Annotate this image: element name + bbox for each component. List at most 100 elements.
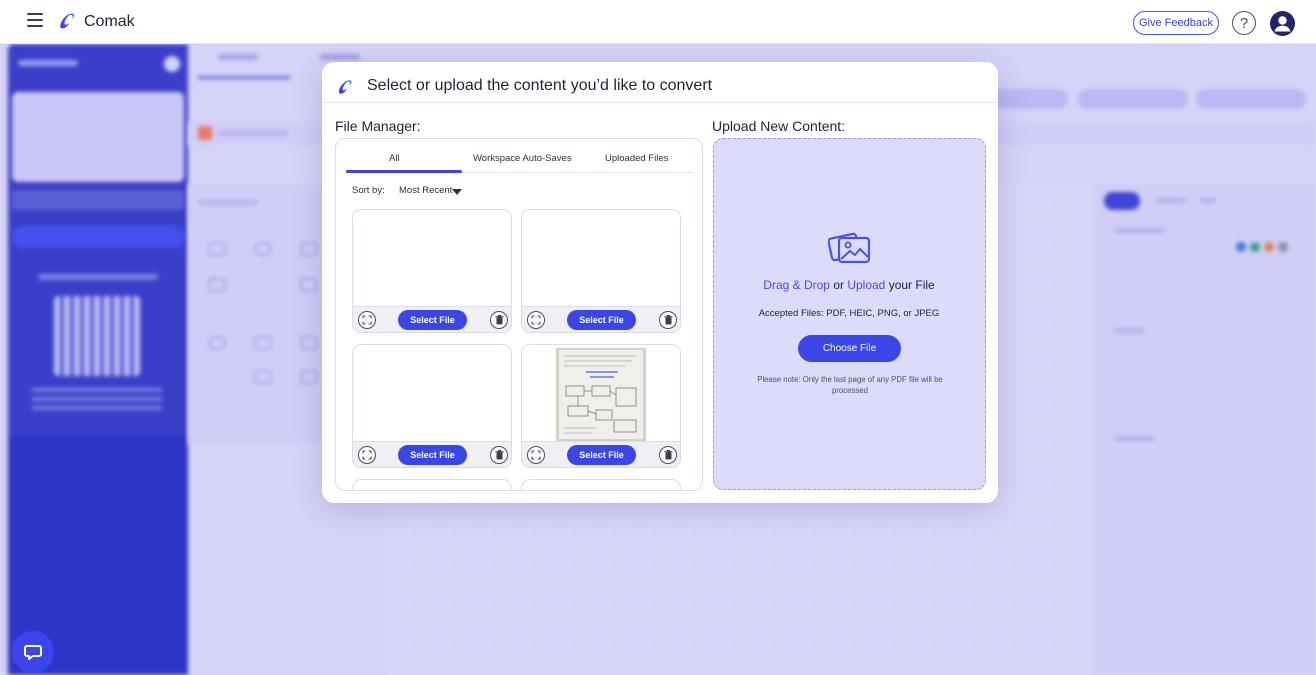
background-properties-panel [1096,184,1316,674]
caret-down-icon[interactable] [452,189,462,195]
background-dot [1264,242,1274,252]
trash-glyph [664,450,672,460]
file-card: Select File [521,209,681,333]
select-file-button[interactable]: Select File [398,445,467,465]
background-dot [1236,242,1246,252]
trash-glyph [495,450,503,460]
file-card [521,479,681,490]
modal-header: Select or upload the content you’d like … [322,62,998,103]
background-line [1114,228,1164,233]
background-tab [218,54,258,60]
expand-glyph [362,315,372,325]
menu-icon-line [27,13,43,15]
file-card-footer: Select File [353,441,511,467]
background-shape [300,370,318,384]
user-avatar-icon[interactable] [1270,11,1295,36]
upload-or-text: or [829,278,848,292]
avatar-graphic [1274,16,1291,32]
sort-by-select[interactable]: Most Recent [399,185,452,196]
background-pill [1078,89,1188,109]
question-circle-icon[interactable]: ? [1232,11,1256,35]
tab-uploaded-files[interactable]: Uploaded Files [605,153,668,164]
trash-icon[interactable] [490,446,508,464]
file-preview [353,345,511,441]
tab-workspace-auto-saves[interactable]: Workspace Auto-Saves [473,153,572,164]
background-shape [254,242,272,256]
comak-logo-icon [338,80,352,94]
handwritten-diagram-thumbnail [556,348,646,441]
background-sidebar-title [18,60,78,66]
background-sidebar [8,44,188,675]
give-feedback-button[interactable]: Give Feedback [1133,11,1219,35]
menu-icon-line [27,19,43,21]
background-qr-code [54,296,140,376]
convert-content-modal: Select or upload the content you’d like … [322,62,998,503]
background-sidebar-lines [32,388,162,414]
sort-by-label: Sort by: [352,185,385,196]
file-card: Select File [521,344,681,468]
hamburger-icon[interactable] [27,13,43,27]
file-preview [522,210,680,306]
drag-drop-link[interactable]: Drag & Drop [763,278,830,292]
trash-icon[interactable] [659,446,677,464]
file-card: Select File [352,209,512,333]
expand-icon[interactable] [527,311,545,329]
background-sidebar-card [12,92,184,182]
trash-glyph [495,315,503,325]
top-bar: Comak Give Feedback ? [0,0,1316,44]
file-card [352,479,512,490]
choose-file-button[interactable]: Choose File [798,335,901,362]
thumbnail-graphic [556,348,646,441]
expand-icon[interactable] [527,446,545,464]
chat-bubble-icon[interactable] [12,631,54,673]
background-tab-underline [198,76,290,79]
tab-all[interactable]: All [389,153,400,164]
background-tab [320,54,360,60]
expand-glyph [362,450,372,460]
background-pill [1196,89,1306,109]
expand-glyph [531,450,541,460]
background-shape [300,336,318,350]
background-doc-title [218,131,288,136]
trash-glyph [664,315,672,325]
background-chip [1104,192,1140,210]
comak-logo-icon [60,13,75,29]
background-shape [254,370,272,384]
active-tab-indicator [346,170,462,173]
drag-drop-text: Drag & Drop or Upload your File [714,278,984,292]
modal-title: Select or upload the content you’d like … [367,77,713,94]
expand-icon[interactable] [358,446,376,464]
expand-icon[interactable] [358,311,376,329]
background-sidebar-text [38,274,158,280]
file-card-footer: Select File [522,306,680,332]
background-dot [1250,242,1260,252]
trash-icon[interactable] [490,311,508,329]
background-collapse-icon [164,56,180,72]
background-line [1156,198,1186,203]
upload-link[interactable]: Upload [847,278,885,292]
background-shape [208,336,226,350]
expand-glyph [531,315,541,325]
file-preview [353,210,511,306]
select-file-button[interactable]: Select File [567,310,636,330]
background-sidebar-input [12,190,184,210]
pdf-note-text: Please note: Only the last page of any P… [757,375,943,395]
your-file-text: your File [885,278,935,292]
background-sidebar-button [12,226,184,248]
image-upload-icon [828,232,871,264]
background-shape [254,336,272,350]
select-file-button[interactable]: Select File [398,310,467,330]
trash-icon[interactable] [659,311,677,329]
upload-drop-zone[interactable]: Drag & Drop or Upload your File Accepted… [713,138,986,490]
background-doc-icon [198,126,212,140]
accepted-files-text: Accepted Files: PDF, HEIC, PNG, or JPEG [758,308,940,319]
file-card-footer: Select File [522,441,680,467]
background-dot [1278,242,1288,252]
background-shape [208,242,226,256]
background-line [1114,436,1154,441]
select-file-button[interactable]: Select File [567,445,636,465]
file-card: Select File [352,344,512,468]
file-preview [522,345,680,441]
background-shape [300,242,318,256]
background-shape [300,278,318,292]
